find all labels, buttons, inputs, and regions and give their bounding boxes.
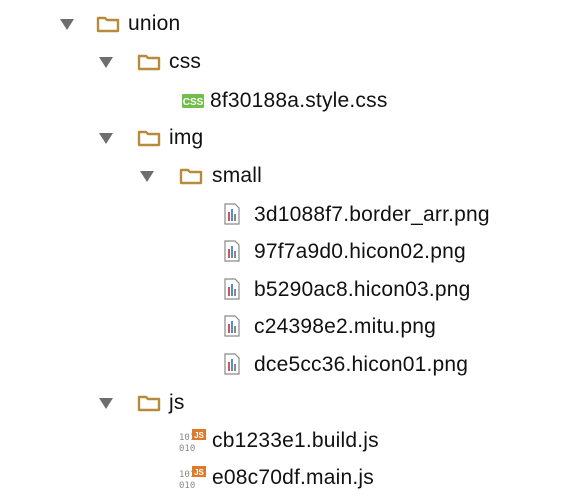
folder-icon [137, 54, 161, 71]
file-label: 8f30188a.style.css [210, 89, 388, 112]
image-file-icon [224, 315, 240, 337]
svg-text:CSS: CSS [183, 97, 204, 108]
folder-icon [137, 130, 161, 147]
image-file-icon [224, 203, 240, 225]
folder-label: img [169, 126, 204, 149]
svg-text:010: 010 [179, 444, 195, 454]
svg-text:JS: JS [194, 468, 204, 477]
js-file-icon: 1010 JS 010 [179, 466, 206, 491]
image-file-icon [224, 278, 240, 300]
file-label: dce5cc36.hicon01.png [254, 353, 469, 376]
folder-label: js [169, 391, 185, 414]
file-label: cb1233e1.build.js [212, 429, 379, 452]
folder-label: small [212, 164, 263, 187]
svg-text:010: 010 [179, 481, 195, 491]
js-file-icon: 1010 JS 010 [179, 429, 206, 454]
expand-arrow-icon[interactable] [60, 19, 74, 30]
image-file-icon [224, 240, 240, 262]
file-label: e08c70df.main.js [212, 466, 374, 489]
file-label: 97f7a9d0.hicon02.png [254, 240, 466, 263]
folder-icon [179, 168, 203, 185]
expand-arrow-icon[interactable] [99, 398, 113, 409]
svg-text:JS: JS [194, 431, 204, 440]
folder-label: css [169, 50, 202, 73]
css-file-icon: CSS [182, 94, 204, 108]
file-label: b5290ac8.hicon03.png [254, 278, 471, 301]
file-label: c24398e2.mitu.png [254, 315, 437, 338]
expand-arrow-icon[interactable] [99, 57, 113, 68]
project-file-tree: union css CSS 8f30188a.style.css img sma… [0, 0, 566, 500]
folder-label: union [128, 12, 181, 35]
expand-arrow-icon[interactable] [140, 171, 154, 182]
folder-icon [96, 16, 120, 33]
expand-arrow-icon[interactable] [99, 133, 113, 144]
image-file-icon [224, 353, 240, 375]
file-label: 3d1088f7.border_arr.png [254, 203, 490, 226]
folder-icon [137, 395, 161, 412]
